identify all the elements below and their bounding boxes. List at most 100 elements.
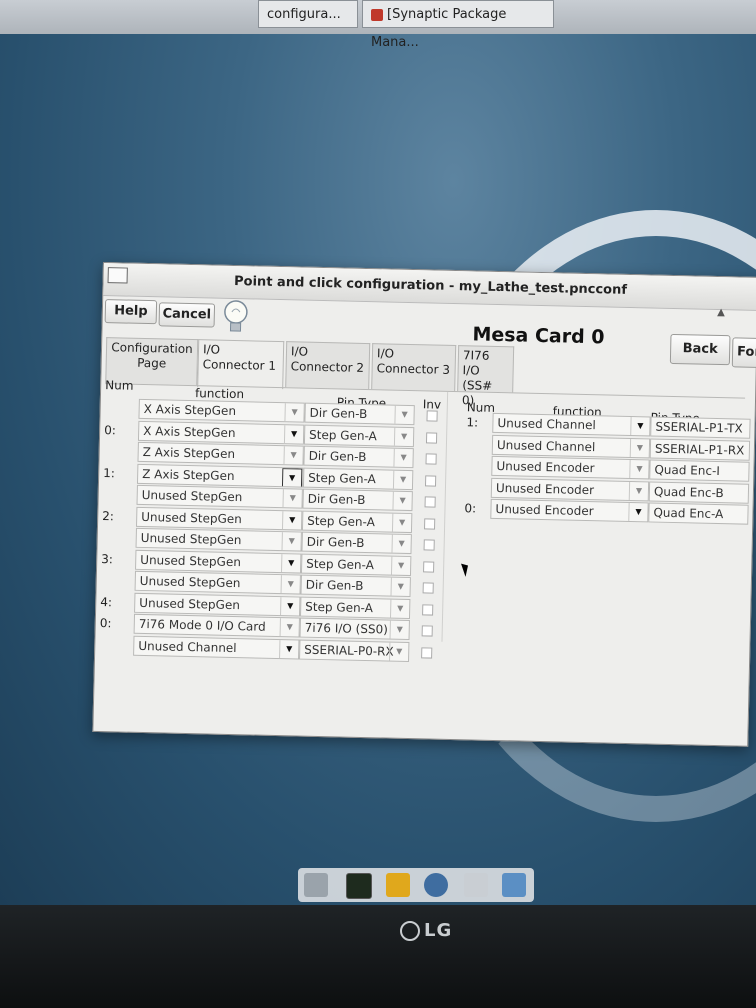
dropdown-arrow-icon[interactable]: ▼ xyxy=(391,534,411,554)
desktop-background: configura... [Synaptic Package Mana... P… xyxy=(0,0,756,905)
pin-type-combo[interactable]: Quad Enc-B xyxy=(648,480,750,504)
invert-checkbox[interactable] xyxy=(424,517,436,530)
taskbar-item-synaptic[interactable]: [Synaptic Package Mana... xyxy=(362,0,554,50)
dropdown-arrow-icon[interactable]: ▼ xyxy=(281,510,302,530)
invert-checkbox[interactable] xyxy=(423,539,435,551)
show-desktop-icon[interactable] xyxy=(304,873,328,897)
dropdown-arrow-icon[interactable]: ▼ xyxy=(280,596,300,616)
function-combo[interactable]: Unused StepGen ▼ xyxy=(135,527,302,552)
back-button[interactable]: Back xyxy=(669,333,731,366)
dropdown-arrow-icon[interactable]: ▼ xyxy=(629,438,650,457)
function-value: Unused Encoder xyxy=(495,501,594,519)
function-combo[interactable]: Unused Encoder ▼ xyxy=(491,455,650,480)
function-combo[interactable]: Unused Channel ▼ xyxy=(133,635,300,660)
dropdown-arrow-icon[interactable]: ▼ xyxy=(284,403,304,422)
pin-type-combo[interactable]: SSERIAL-P1-RX xyxy=(649,437,751,461)
pin-type-combo[interactable]: Dir Gen-B ▼ xyxy=(302,488,413,512)
function-combo[interactable]: Z Axis StepGen ▼ xyxy=(137,441,304,466)
taskbar-item-configuration[interactable]: configura... xyxy=(258,0,358,28)
dropdown-arrow-icon[interactable]: ▼ xyxy=(392,470,413,489)
folder-icon[interactable] xyxy=(502,873,526,897)
dropdown-arrow-icon[interactable]: ▼ xyxy=(393,448,413,468)
invert-checkbox[interactable] xyxy=(421,625,433,637)
dropdown-arrow-icon[interactable]: ▼ xyxy=(280,575,300,594)
dropdown-arrow-icon[interactable]: ▼ xyxy=(390,556,411,575)
dropdown-arrow-icon[interactable]: ▼ xyxy=(281,553,301,573)
dropdown-arrow-icon[interactable]: ▼ xyxy=(390,577,410,597)
dropdown-arrow-icon[interactable]: ▼ xyxy=(392,491,412,511)
dropdown-arrow-icon[interactable]: ▼ xyxy=(282,489,302,508)
maximize-icon[interactable]: ▲ xyxy=(713,307,729,323)
dropdown-arrow-icon[interactable]: ▼ xyxy=(629,459,649,479)
taskbar-item-label: configura... xyxy=(267,7,341,22)
dropdown-arrow-icon[interactable]: ▼ xyxy=(281,467,303,488)
pin-type-combo[interactable]: Step Gen-A ▼ xyxy=(302,467,414,490)
invert-checkbox[interactable] xyxy=(425,453,437,465)
dropdown-arrow-icon[interactable]: ▼ xyxy=(391,513,412,532)
pin-type-combo[interactable]: SSERIAL-P0-RX ▼ xyxy=(299,639,410,662)
invert-checkbox[interactable] xyxy=(423,560,435,573)
invert-checkbox[interactable] xyxy=(425,431,438,444)
dropdown-arrow-icon[interactable]: ▼ xyxy=(628,481,649,500)
dropdown-arrow-icon[interactable]: ▼ xyxy=(279,639,299,659)
tab-7i76-io[interactable]: 7I76 I/O (SS# 0) xyxy=(457,345,515,407)
forward-button[interactable]: Forw xyxy=(731,337,756,369)
invert-checkbox[interactable] xyxy=(424,496,436,508)
connector-panel: Num function Pin Type Inv X Axis StepGen… xyxy=(97,378,751,741)
tab-io-connector-2[interactable]: I/O Connector 2 xyxy=(285,341,371,390)
dropdown-arrow-icon[interactable]: ▼ xyxy=(630,417,650,436)
invert-checkbox[interactable] xyxy=(425,474,437,487)
dropdown-arrow-icon[interactable]: ▼ xyxy=(281,532,301,551)
pin-type-combo[interactable]: Step Gen-A ▼ xyxy=(303,424,415,447)
function-combo[interactable]: X Axis StepGen ▼ xyxy=(138,398,305,423)
invert-checkbox[interactable] xyxy=(426,410,438,422)
dropdown-arrow-icon[interactable]: ▼ xyxy=(283,424,304,444)
pin-type-combo[interactable]: Step Gen-A ▼ xyxy=(300,553,412,576)
pin-type-value: SSERIAL-P1-RX xyxy=(654,441,745,458)
invert-checkbox[interactable] xyxy=(421,646,433,659)
pin-type-combo[interactable]: Dir Gen-B ▼ xyxy=(301,531,412,555)
function-combo[interactable]: Unused StepGen ▼ xyxy=(136,484,303,509)
dropdown-arrow-icon[interactable]: ▼ xyxy=(393,427,414,446)
function-combo[interactable]: Unused Channel ▼ xyxy=(492,412,651,437)
dropdown-arrow-icon[interactable]: ▼ xyxy=(390,599,410,618)
pin-type-value: Dir Gen-B xyxy=(308,448,367,465)
browser-icon[interactable] xyxy=(424,873,448,897)
pin-type-combo[interactable]: 7i76 I/O (SS0) ▼ xyxy=(299,617,410,641)
pin-type-value: Step Gen-A xyxy=(305,599,374,615)
dropdown-arrow-icon[interactable]: ▼ xyxy=(389,642,409,661)
function-combo[interactable]: X Axis StepGen ▼ xyxy=(137,420,305,445)
function-combo[interactable]: Unused StepGen ▼ xyxy=(136,506,303,531)
function-combo[interactable]: Unused StepGen ▼ xyxy=(135,549,302,574)
dropdown-arrow-icon[interactable]: ▼ xyxy=(389,620,409,640)
function-combo[interactable]: Unused StepGen ▼ xyxy=(134,570,301,595)
function-combo[interactable]: Unused Encoder ▼ xyxy=(490,477,650,501)
invert-checkbox[interactable] xyxy=(422,582,434,594)
dropdown-arrow-icon[interactable]: ▼ xyxy=(394,405,414,425)
function-combo[interactable]: Z Axis StepGen ▼ xyxy=(136,463,304,488)
cancel-button[interactable]: Cancel xyxy=(158,302,216,328)
function-combo[interactable]: Unused Channel ▼ xyxy=(491,434,651,458)
terminal-icon[interactable] xyxy=(346,873,372,899)
invert-checkbox[interactable] xyxy=(422,603,434,616)
pin-type-combo[interactable]: SSERIAL-P1-TX xyxy=(650,416,751,439)
pin-type-combo[interactable]: Step Gen-A ▼ xyxy=(300,596,411,619)
pin-type-combo[interactable]: Dir Gen-B ▼ xyxy=(304,402,415,426)
function-combo[interactable]: 7i76 Mode 0 I/O Card ▼ xyxy=(133,613,300,638)
notes-icon[interactable] xyxy=(386,873,410,897)
tab-io-connector-1[interactable]: I/O Connector 1 xyxy=(197,339,285,390)
function-combo[interactable]: Unused Encoder ▼ xyxy=(490,498,649,523)
pin-type-combo[interactable]: Quad Enc-I xyxy=(649,459,750,482)
pin-type-combo[interactable]: Quad Enc-A xyxy=(648,502,749,525)
tab-io-connector-3[interactable]: I/O Connector 3 xyxy=(371,343,457,392)
pin-type-combo[interactable]: Dir Gen-B ▼ xyxy=(300,574,411,598)
pin-type-combo[interactable]: Dir Gen-B ▼ xyxy=(303,445,414,469)
pin-type-combo[interactable]: Step Gen-A ▼ xyxy=(301,510,413,533)
dropdown-arrow-icon[interactable]: ▼ xyxy=(628,502,648,522)
help-button[interactable]: Help xyxy=(104,299,158,325)
dropdown-arrow-icon[interactable]: ▼ xyxy=(283,446,303,465)
monitor-logo: LG xyxy=(400,920,452,941)
function-combo[interactable]: Unused StepGen ▼ xyxy=(134,592,301,617)
dropdown-arrow-icon[interactable]: ▼ xyxy=(279,618,299,637)
search-icon[interactable] xyxy=(464,873,488,897)
